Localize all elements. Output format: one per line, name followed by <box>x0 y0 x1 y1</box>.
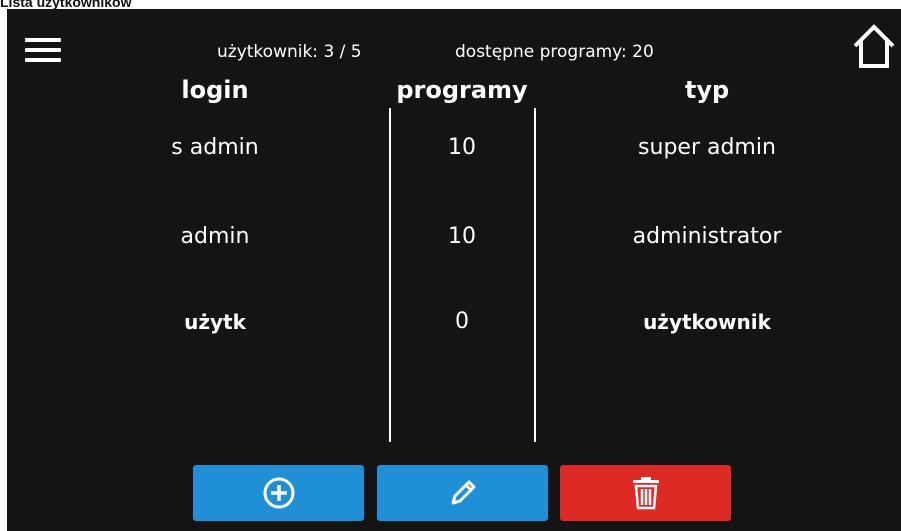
row-programs: 0 <box>455 309 469 334</box>
column-header-programs: programy <box>396 76 528 104</box>
column-header-type: typ <box>684 76 730 104</box>
users-count-label: użytkownik: 3 / 5 <box>217 42 362 62</box>
edit-user-button[interactable] <box>377 465 548 521</box>
row-programs: 10 <box>448 135 476 160</box>
table-row[interactable]: admin 10 administrator <box>7 210 901 270</box>
row-login: s admin <box>171 135 259 160</box>
add-user-button[interactable] <box>193 465 364 521</box>
home-icon[interactable] <box>850 22 898 70</box>
row-login: użytk <box>184 310 246 334</box>
table-row[interactable]: użytk 0 użytkownik <box>7 295 901 355</box>
available-programs-label: dostępne programy: 20 <box>455 42 654 62</box>
pencil-icon <box>451 480 475 505</box>
device-screen: użytkownik: 3 / 5 dostępne programy: 20 … <box>7 9 901 531</box>
plus-circle-icon <box>263 477 294 509</box>
row-type: administrator <box>632 224 782 249</box>
row-type: super admin <box>638 135 776 160</box>
delete-user-button[interactable] <box>560 465 731 521</box>
trash-icon <box>632 477 659 510</box>
row-login: admin <box>180 224 250 249</box>
hamburger-menu-icon[interactable] <box>25 38 61 62</box>
table-row[interactable]: s admin 10 super admin <box>7 121 901 181</box>
row-programs: 10 <box>448 224 476 249</box>
row-type: użytkownik <box>643 310 771 334</box>
column-header-login: login <box>181 76 249 104</box>
